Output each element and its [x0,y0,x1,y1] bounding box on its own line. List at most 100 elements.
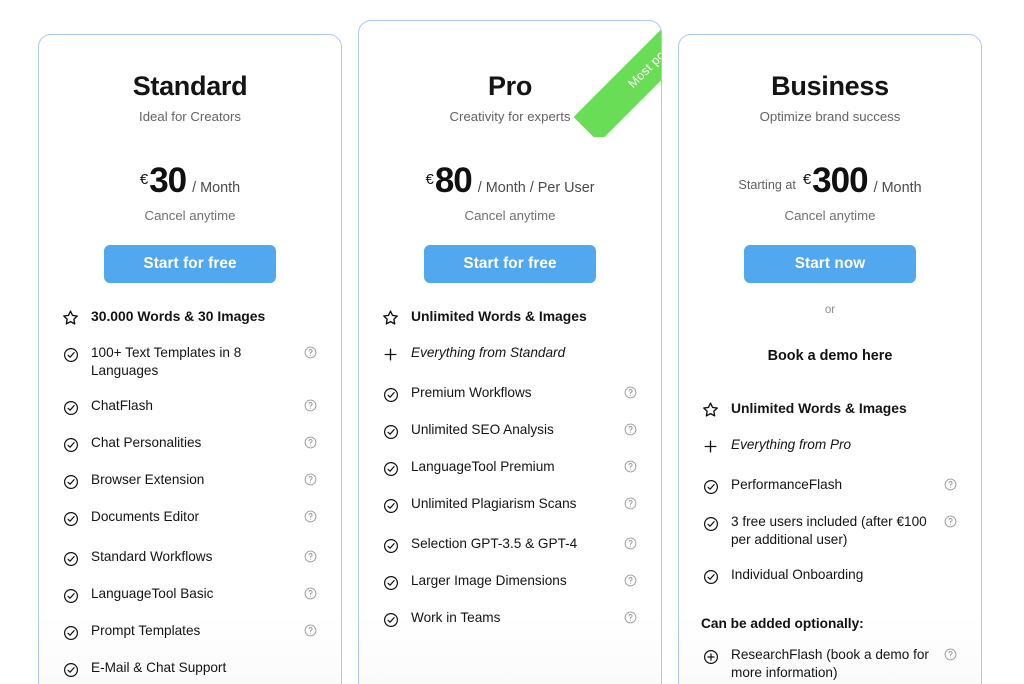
feature-label: ChatFlash [91,398,153,414]
feature-label: Larger Image Dimensions [411,573,567,588]
feature-label: PerformanceFlash [731,477,843,492]
plan-title: Pro [487,71,533,101]
feature-label: ResearchFlash (book a demo for more info… [731,647,929,681]
check-circle-icon [61,345,80,364]
help-icon[interactable] [304,346,317,359]
pricing-card-standard: Standard Ideal for Creators €30 / Month Canc… [38,34,342,684]
help-icon[interactable] [944,478,957,491]
feature-item: Selection GPT-3.5 & GPT-4 [381,535,639,555]
help-icon[interactable] [624,537,637,550]
feature-label: Individual Onboarding [731,567,864,583]
pricing-page: Standard Ideal for Creators €30 / Month Canc… [0,0,1024,684]
check-circle-icon [61,623,80,642]
feature-item: Everything from Standard [381,344,639,364]
check-circle-icon [701,477,720,496]
help-icon[interactable] [624,423,637,436]
plan-subtitle: Creativity for experts [449,109,571,124]
star-icon [701,400,720,419]
feature-label: Browser Extension [91,472,205,488]
price-amount: 30 [149,161,187,200]
feature-item: LanguageTool Basic [61,585,319,605]
feature-label: Selection GPT-3.5 & GPT-4 [411,536,578,551]
check-circle-icon [381,610,400,629]
star-icon [61,308,80,327]
plus-icon [381,345,400,364]
card-content-standard: Standard Ideal for Creators €30 / Month Canc… [39,71,341,684]
feature-label: Everything from Pro [731,437,852,452]
or-separator: or [824,303,836,316]
cta-button-standard[interactable]: Start for free [104,245,276,283]
check-circle-icon [381,422,400,441]
help-icon[interactable] [944,648,957,661]
feature-label: Prompt Templates [91,623,201,639]
check-circle-icon [61,660,80,679]
help-icon[interactable] [624,611,637,624]
feature-label: Work in Teams [411,610,501,625]
help-icon[interactable] [304,624,317,637]
feature-label: Unlimited SEO Analysis [411,422,554,437]
cta-button-pro[interactable]: Start for free [424,245,596,283]
plus-circle-icon [701,647,720,666]
feature-label: LanguageTool Basic [91,586,214,602]
help-icon[interactable] [624,460,637,473]
price-currency: € [139,171,149,188]
feature-item: Chat Personalities [61,434,319,454]
feature-label: Chat Personalities [91,435,202,451]
pricing-card-business: Business Optimize brand success Starting a… [678,34,982,684]
feature-item: 100+ Text Templates in 8 Languages [61,344,319,380]
feature-item: Prompt Templates [61,622,319,642]
help-icon[interactable] [944,515,957,528]
plan-subtitle: Ideal for Creators [139,109,241,124]
feature-label: Unlimited Plagiarism Scans [411,496,577,511]
help-icon[interactable] [304,473,317,486]
cta-wrapper: Start for free [381,245,639,283]
check-circle-icon [381,459,400,478]
feature-label: Premium Workflows [411,385,532,400]
feature-label: E-Mail & Chat Support [91,660,227,676]
feature-item: Browser Extension [61,471,319,491]
cta-button-business[interactable]: Start now [744,245,916,283]
feature-item: PerformanceFlash [701,476,959,496]
price-amount: 80 [434,161,473,200]
help-icon[interactable] [304,550,317,563]
feature-list: 30.000 Words & 30 Images 100+ Text Templa… [61,307,319,679]
help-icon[interactable] [304,399,317,412]
check-circle-icon [381,385,400,404]
feature-item: Everything from Pro [701,436,959,456]
feature-item: Work in Teams [381,609,639,629]
check-circle-icon [61,472,80,491]
help-icon[interactable] [304,436,317,449]
price-period: / Month [873,180,922,196]
help-icon[interactable] [304,510,317,523]
feature-item: E-Mail & Chat Support [61,659,319,679]
feature-item: Unlimited SEO Analysis [381,421,639,441]
feature-item: ChatFlash [61,397,319,417]
help-icon[interactable] [624,497,637,510]
feature-label: Unlimited Words & Images [731,400,907,416]
price-row: Starting at €300 / Month [701,163,959,198]
check-circle-icon [61,586,80,605]
check-circle-icon [381,496,400,515]
book-demo-link[interactable]: Book a demo here [701,348,959,364]
help-icon[interactable] [624,386,637,399]
check-circle-icon [61,549,80,568]
feature-item: LanguageTool Premium [381,458,639,478]
feature-label: Documents Editor [91,509,200,525]
card-content-pro: Pro Creativity for experts €80/ Month / Pe… [359,71,661,684]
price-row: €80/ Month / Per User [381,163,639,198]
feature-item: Premium Workflows [381,384,639,404]
feature-label: Everything from Standard [411,345,566,360]
help-icon[interactable] [624,574,637,587]
cta-wrapper: Start now [701,245,959,283]
check-circle-icon [61,435,80,454]
help-icon[interactable] [304,587,317,600]
feature-item: Documents Editor [61,508,319,528]
feature-label: 30.000 Words & 30 Images [91,308,266,324]
feature-label: Unlimited Words & Images [411,308,587,324]
feature-item: Individual Onboarding [701,566,959,586]
price-note: Cancel anytime [464,208,556,223]
card-content-business: Business Optimize brand success Starting a… [679,71,981,684]
check-circle-icon [61,509,80,528]
feature-list: Unlimited Words & Images Everything from … [381,307,639,629]
plus-icon [701,437,720,456]
